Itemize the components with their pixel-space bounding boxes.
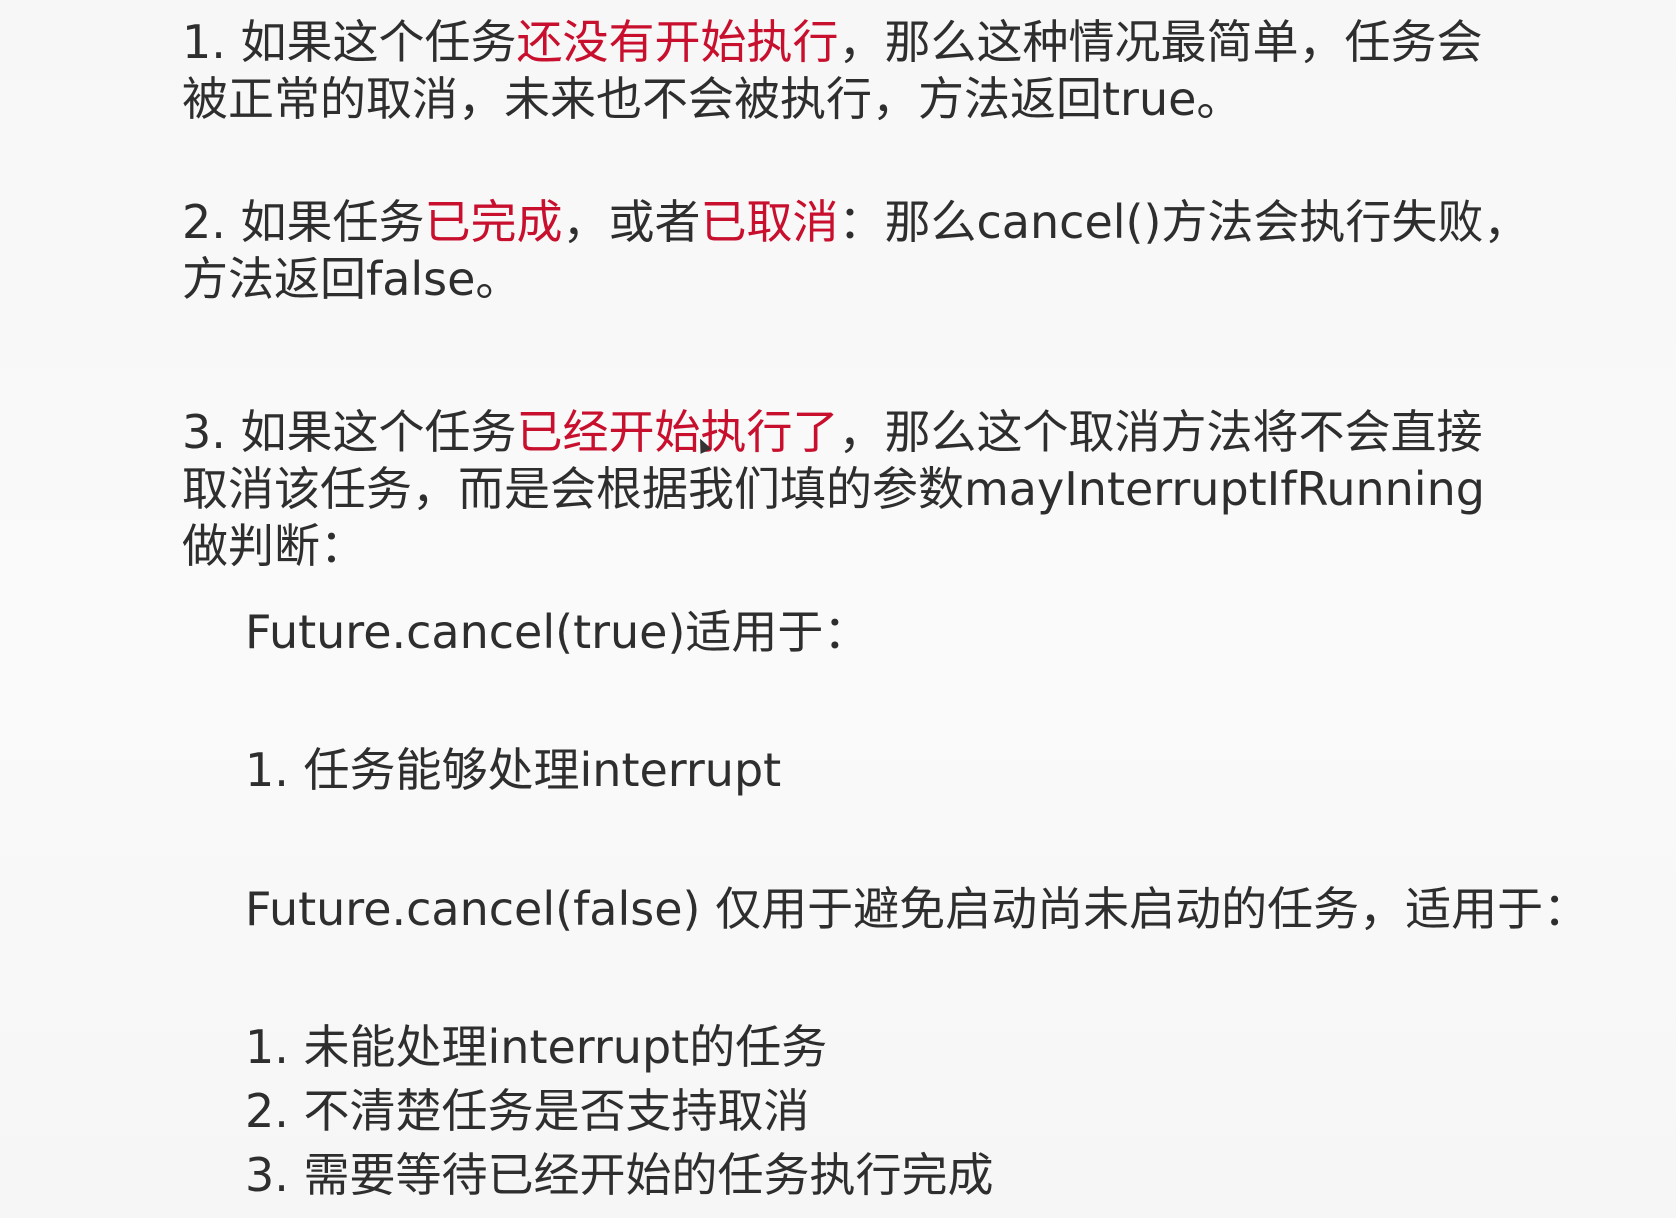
item-1-highlight: 还没有开始执行 — [516, 15, 839, 69]
item-3-line-1: 3. 如果这个任务已经开始执行了，那么这个取消方法将不会直接 — [182, 404, 1582, 461]
item-2-line-1: 2. 如果任务已完成，或者已取消：那么cancel()方法会执行失败， — [182, 194, 1582, 251]
item-3-text-b: ，那么这个取消方法将不会直接 — [838, 405, 1483, 459]
cancel-false-item-1: 1. 未能处理interrupt的任务 — [245, 1020, 828, 1074]
slide: 1. 如果这个任务还没有开始执行，那么这种情况最简单，任务会 被正常的取消，未来… — [0, 0, 1676, 1218]
cancel-true-heading: Future.cancel(true)适用于： — [245, 605, 870, 659]
item-1-line-1: 1. 如果这个任务还没有开始执行，那么这种情况最简单，任务会 — [182, 14, 1582, 71]
cancel-false-heading: Future.cancel(false) 仅用于避免启动尚未启动的任务，适用于： — [245, 882, 1590, 936]
item-3-line-3: 做判断： — [182, 519, 366, 573]
item-3-line-2: 取消该任务，而是会根据我们填的参数mayInterruptIfRunning — [182, 462, 1485, 516]
item-2-text-b: ，或者 — [562, 195, 701, 249]
item-1-text-a: 1. 如果这个任务 — [182, 15, 517, 69]
item-2-text-c: ：那么cancel()方法会执行失败， — [838, 195, 1530, 249]
cancel-false-item-3: 3. 需要等待已经开始的任务执行完成 — [245, 1148, 994, 1202]
item-2-highlight-completed: 已完成 — [424, 195, 563, 249]
item-1-line-2: 被正常的取消，未来也不会被执行，方法返回true。 — [182, 72, 1243, 126]
item-2-text-a: 2. 如果任务 — [182, 195, 425, 249]
item-2: 2. 如果任务已完成，或者已取消：那么cancel()方法会执行失败， 方法返回… — [182, 194, 1582, 308]
item-1: 1. 如果这个任务还没有开始执行，那么这种情况最简单，任务会 被正常的取消，未来… — [182, 14, 1582, 128]
item-3-highlight: 已经开始执行了 — [516, 405, 839, 459]
item-2-line-2: 方法返回false。 — [182, 252, 522, 306]
item-2-highlight-cancelled: 已取消 — [700, 195, 839, 249]
item-1-text-b: ，那么这种情况最简单，任务会 — [838, 15, 1483, 69]
item-3: 3. 如果这个任务已经开始执行了，那么这个取消方法将不会直接 取消该任务，而是会… — [182, 404, 1582, 575]
item-3-text-a: 3. 如果这个任务 — [182, 405, 517, 459]
cancel-true-item-1: 1. 任务能够处理interrupt — [245, 743, 782, 797]
cancel-false-item-2: 2. 不清楚任务是否支持取消 — [245, 1084, 810, 1138]
